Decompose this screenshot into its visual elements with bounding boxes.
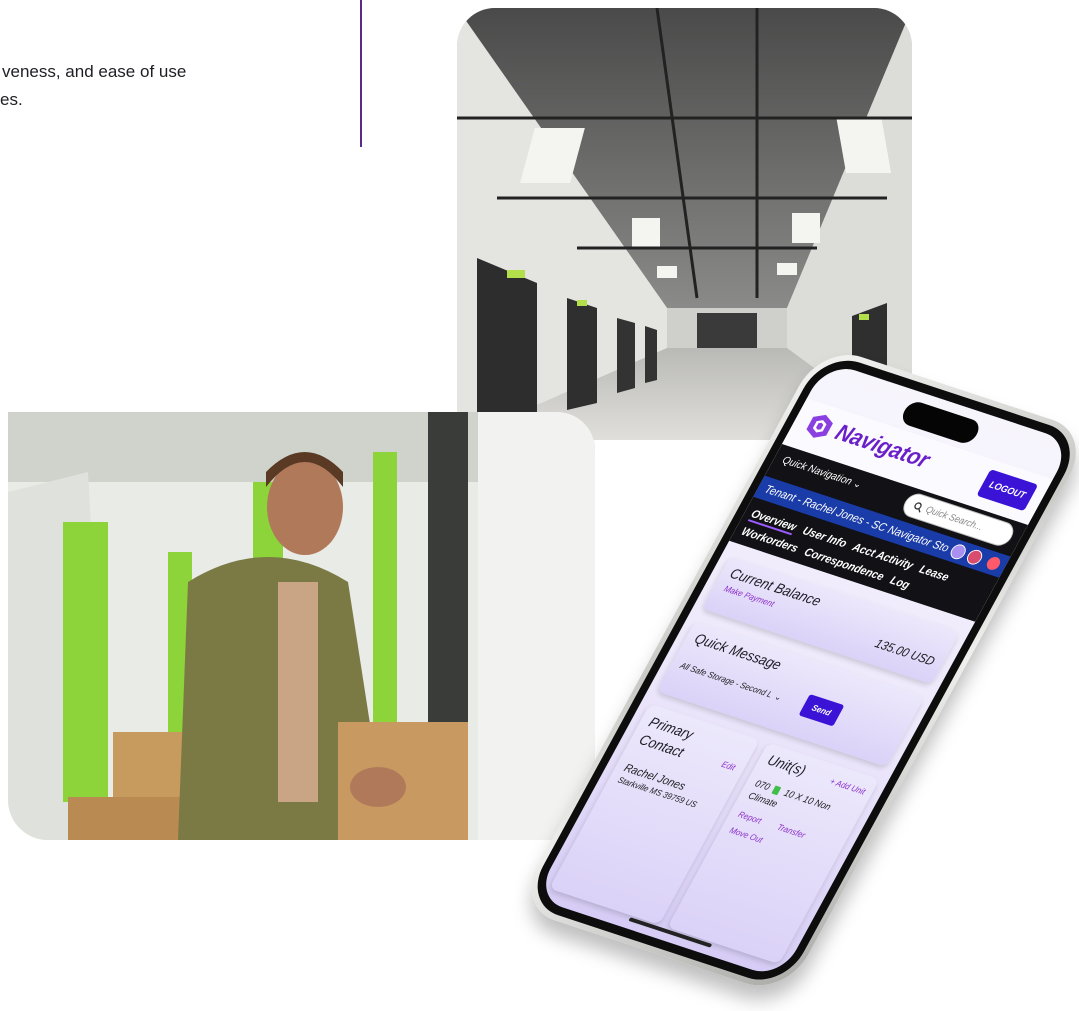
edit-contact-link[interactable]: Edit: [720, 759, 738, 772]
profile-icon[interactable]: [964, 548, 986, 567]
unit-number: 070: [752, 778, 772, 793]
tab-lease[interactable]: Lease: [917, 562, 952, 584]
chevron-down-icon: ⌄: [772, 691, 784, 703]
search-icon: [914, 501, 922, 513]
balance-amount: 135.00 USD: [872, 635, 938, 669]
unit-size: 10 X 10 Non: [781, 788, 833, 813]
phone-screen: Navigator LOGOUT Quick Navigation ⌄ Quic…: [534, 361, 1074, 980]
logout-button[interactable]: LOGOUT: [976, 469, 1039, 512]
send-button[interactable]: Send: [798, 694, 845, 727]
intro-line-1: veness, and ease of use: [2, 62, 187, 81]
move-out-link[interactable]: Move Out: [728, 825, 765, 844]
vertical-divider: [360, 0, 362, 147]
tab-log[interactable]: Log: [888, 573, 913, 591]
units-title: Unit(s): [764, 752, 809, 780]
primary-contact-title: Primary Contact: [636, 714, 697, 761]
man-holding-box-photo: [8, 412, 595, 840]
report-link[interactable]: Report: [736, 809, 763, 825]
phone-mockup: Navigator LOGOUT Quick Navigation ⌄ Quic…: [514, 342, 1079, 1002]
transfer-link[interactable]: Transfer: [775, 822, 807, 840]
close-icon[interactable]: [984, 555, 1003, 572]
intro-text: veness, and ease of use es.: [0, 58, 350, 114]
unit-actions: Report Transfer Move Out: [726, 805, 838, 868]
message-template-select[interactable]: All Safe Storage - Second L ⌄: [676, 655, 801, 712]
add-unit-link[interactable]: + Add Unit: [828, 776, 867, 796]
intro-line-2: es.: [0, 90, 23, 109]
unlocked-icon: [771, 785, 782, 796]
search-placeholder: Quick Search...: [923, 504, 986, 533]
info-icon[interactable]: [947, 542, 969, 562]
